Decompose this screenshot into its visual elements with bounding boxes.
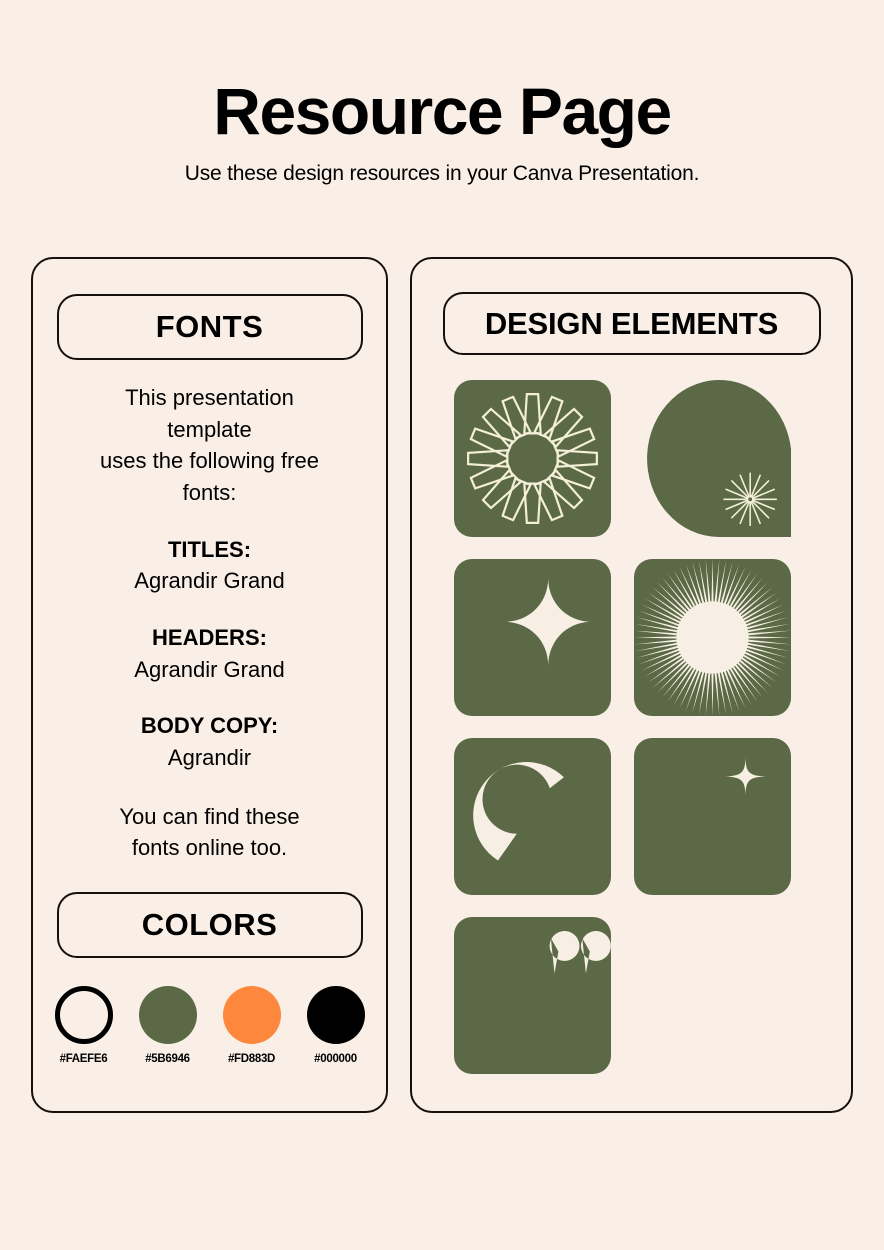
- color-swatch-dot-green: [138, 986, 197, 1045]
- design-tile-radial-petal-burst[interactable]: [453, 380, 611, 537]
- sunburst-core: [675, 601, 749, 674]
- page-subtitle: Use these design resources in your Canva…: [184, 162, 700, 185]
- color-swatch-hex-cream: #FAEFE6: [59, 1053, 108, 1066]
- font-group-headers: HEADERS: Agrandir Grand: [43, 622, 376, 685]
- fonts-outro-line-2: fonts online too.: [131, 835, 288, 861]
- page-header: Resource Page Use these design resources…: [0, 0, 884, 186]
- fonts-intro: This presentation template uses the foll…: [57, 382, 362, 509]
- design-elements-heading-pill: DESIGN ELEMENTS: [442, 292, 821, 355]
- colors-heading-label: COLORS: [141, 907, 278, 943]
- content-columns: FONTS This presentation template uses th…: [31, 257, 853, 1113]
- font-value-headers: Agrandir Grand: [134, 656, 285, 682]
- font-label-body-copy: BODY COPY:: [140, 713, 279, 739]
- starburst-center-dot: [746, 496, 753, 503]
- font-group-titles: TITLES: Agrandir Grand: [43, 534, 376, 597]
- font-value-body-copy: Agrandir: [167, 745, 252, 771]
- design-elements-heading-label: DESIGN ELEMENTS: [484, 305, 779, 341]
- fonts-outro: You can find these fonts online too.: [43, 801, 376, 864]
- font-value-titles: Agrandir Grand: [134, 568, 285, 594]
- fonts-intro-line-1: This presentation: [125, 385, 294, 410]
- thick-arc-crescent-icon: [472, 761, 564, 861]
- fonts-heading-pill: FONTS: [56, 294, 363, 360]
- fonts-heading-label: FONTS: [155, 309, 264, 344]
- design-tile-quotation-marks[interactable]: [453, 917, 611, 1074]
- color-swatch-hex-green: #5B6946: [145, 1053, 190, 1066]
- font-label-titles: TITLES:: [167, 536, 252, 562]
- fonts-intro-line-2: template: [167, 416, 252, 442]
- page-title: Resource Page: [213, 74, 672, 148]
- color-swatch-hex-orange: #FD883D: [227, 1053, 276, 1066]
- colors-heading-pill: COLORS: [56, 892, 363, 959]
- fonts-and-colors-card: FONTS This presentation template uses th…: [31, 257, 388, 1113]
- fonts-intro-line-3: uses the following free: [100, 448, 319, 474]
- sparkle-star-icon: [724, 755, 766, 798]
- design-tile-fine-ray-sunburst[interactable]: [633, 559, 791, 716]
- color-swatch-2[interactable]: #5B6946: [138, 986, 197, 1066]
- design-tile-sparkle-star[interactable]: [633, 738, 791, 895]
- fonts-outro-line-1: You can find these: [119, 803, 300, 829]
- color-swatch-3[interactable]: #FD883D: [222, 986, 281, 1066]
- arch-shape-icon: [646, 380, 791, 537]
- color-swatch-dot-black: [306, 986, 365, 1045]
- design-elements-grid: [453, 380, 810, 1074]
- design-tile-thick-arc[interactable]: [453, 738, 611, 895]
- radial-petal-burst-icon: [466, 393, 598, 524]
- color-swatch-dot-orange: [222, 986, 281, 1045]
- color-swatch-1[interactable]: #FAEFE6: [54, 986, 113, 1066]
- color-swatch-row: #FAEFE6 #5B6946 #FD883D #000000: [33, 986, 386, 1065]
- font-group-body-copy: BODY COPY: Agrandir: [43, 710, 376, 773]
- fonts-body: This presentation template uses the foll…: [33, 382, 386, 864]
- concave-four-point-star-icon: [503, 577, 592, 666]
- font-label-headers: HEADERS:: [152, 625, 267, 651]
- color-swatch-hex-black: #000000: [314, 1053, 357, 1066]
- design-elements-card: DESIGN ELEMENTS: [410, 257, 853, 1113]
- design-tile-concave-star[interactable]: [453, 559, 611, 716]
- design-tile-arch-with-starburst[interactable]: [634, 380, 791, 537]
- fonts-intro-line-4: fonts:: [182, 480, 237, 506]
- color-swatch-dot-cream: [54, 986, 113, 1045]
- color-swatch-4[interactable]: #000000: [306, 986, 365, 1066]
- quotation-marks-icon: [549, 931, 611, 974]
